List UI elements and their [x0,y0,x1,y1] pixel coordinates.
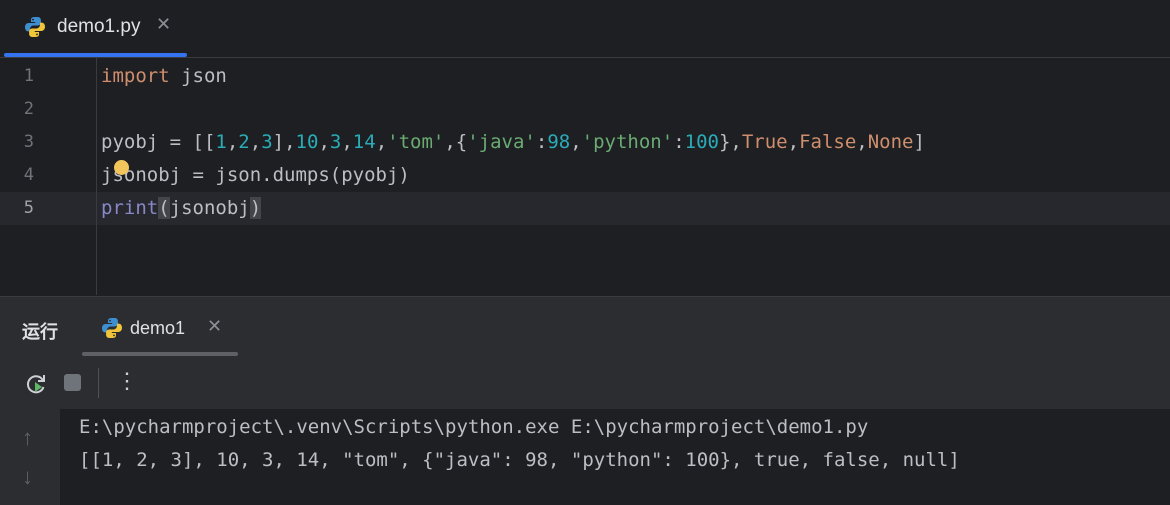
run-tab-label[interactable]: demo1 [130,318,185,339]
code-line: 3 pyobj = [[1,2,3],10,3,14,'tom',{'java'… [0,126,1170,159]
run-panel-title: 运行 [22,322,58,342]
code-line: 2 [0,93,1170,126]
code-line: 4 jsonobj = json.dumps(pyobj) [0,159,1170,192]
lightbulb-icon[interactable] [114,160,129,175]
arrow-up-icon[interactable]: ↑ [22,425,33,451]
line-number: 1 [23,66,34,86]
console-line: [[1, 2, 3], 10, 3, 14, "tom", {"java": 9… [79,449,960,471]
close-icon[interactable]: ✕ [207,316,222,337]
arrow-down-icon[interactable]: ↓ [22,464,33,490]
code-line: 1 import json [0,60,1170,93]
line-number: 5 [23,198,34,218]
code-text: jsonobj = json.dumps(pyobj) [101,164,410,186]
console-output[interactable]: E:\pycharmproject\.venv\Scripts\python.e… [60,409,1170,505]
more-options-icon[interactable]: ⋮ [116,370,138,392]
run-tab-indicator [82,352,238,356]
line-number: 3 [23,132,34,152]
code-editor[interactable]: 1 import json 2 3 pyobj = [[1,2,3],10,3,… [0,58,1170,295]
code-text: import json [101,65,227,87]
python-run-icon [101,317,123,344]
active-tab-indicator [4,53,187,57]
editor-tab-label: demo1.py [57,16,141,37]
code-line-current: 5 print(jsonobj) [0,192,1170,225]
editor-tab-bar: demo1.py ✕ [0,0,1170,58]
run-panel-header: 运行 demo1 ✕ [0,296,1170,359]
stop-icon[interactable] [64,374,81,391]
editor-tab-demo1[interactable]: demo1.py ✕ [4,0,187,57]
line-number: 4 [23,165,34,185]
toolbar-separator [98,368,99,398]
console-line: E:\pycharmproject\.venv\Scripts\python.e… [79,416,869,438]
code-text: pyobj = [[1,2,3],10,3,14,'tom',{'java':9… [101,131,925,153]
run-toolbar: ⋮ [0,358,1170,409]
console-side-toolbar: ↑ ↓ [0,409,60,505]
python-file-icon [24,16,46,43]
rerun-icon[interactable] [24,372,48,401]
gutter-divider [96,58,97,295]
close-icon[interactable]: ✕ [156,14,171,35]
code-text: print(jsonobj) [101,197,262,219]
line-number: 2 [23,99,34,119]
